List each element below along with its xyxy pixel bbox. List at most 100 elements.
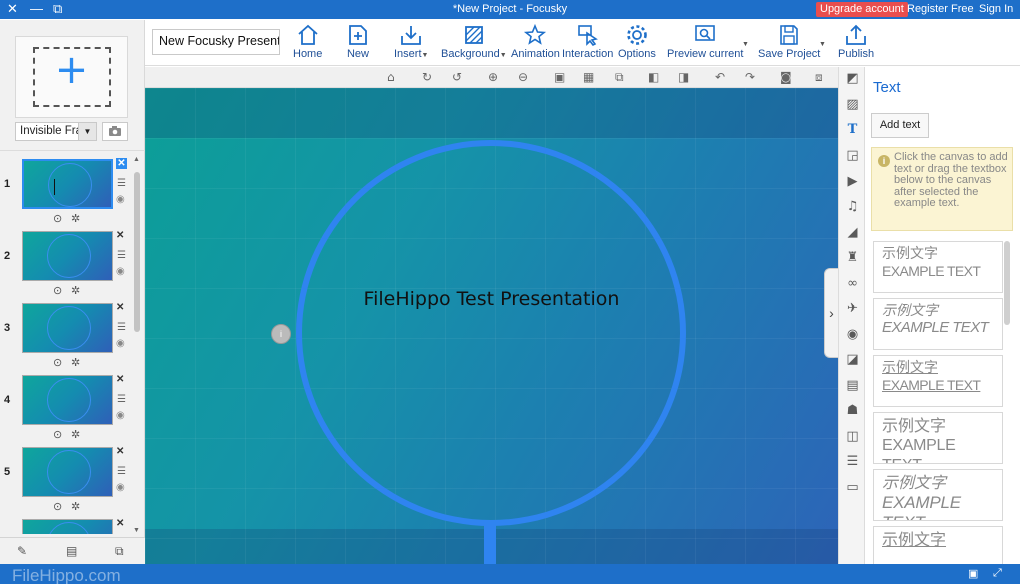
shirt-icon[interactable]: ☗ [839, 403, 866, 418]
sign-in-link[interactable]: Sign In [979, 3, 1013, 15]
save-caret-icon[interactable]: ▼ [819, 41, 826, 48]
scroll-down-icon[interactable]: ▼ [133, 527, 140, 534]
visibility-icon[interactable]: ◉ [116, 338, 125, 349]
music-icon[interactable]: ♫ [839, 199, 866, 214]
interaction-button[interactable]: Interaction [562, 23, 613, 60]
zoom-out-icon[interactable]: ⊖ [518, 70, 528, 84]
gallery-icon[interactable]: ▤ [839, 378, 866, 393]
example-text-large[interactable]: 示例文字 EXAMPLE TEXT [873, 412, 1003, 464]
slide-thumbnail[interactable] [22, 231, 113, 281]
monitor-icon[interactable]: ▣ [968, 567, 978, 580]
visibility-icon[interactable]: ◉ [116, 194, 125, 205]
menu-icon[interactable]: ☰ [117, 322, 126, 333]
example-text-underline[interactable]: 示例文字 EXAMPLE TEXT [873, 355, 1003, 407]
layers-icon[interactable]: ☰ [839, 454, 866, 469]
save-project-button[interactable]: Save Project [758, 23, 820, 60]
slide-item[interactable]: ✕ [0, 516, 145, 534]
plane-icon[interactable]: ✈ [839, 301, 866, 316]
delete-slide-icon[interactable]: ✕ [116, 230, 124, 241]
options-button[interactable]: Options [618, 23, 656, 60]
visibility-icon[interactable]: ◉ [116, 482, 125, 493]
rotate-right-icon[interactable]: ↻ [422, 70, 432, 84]
delete-slide-icon[interactable]: ✕ [116, 158, 127, 169]
circle-frame[interactable] [296, 140, 686, 526]
example-text-partial[interactable]: 示例文字 [873, 526, 1003, 564]
paste-icon[interactable]: ◨ [678, 70, 689, 84]
menu-icon[interactable]: ☰ [117, 394, 126, 405]
visibility-icon[interactable]: ◉ [116, 410, 125, 421]
inbox-icon[interactable]: ▭ [839, 480, 866, 495]
play-icon[interactable]: ⊙ [53, 212, 62, 225]
stamp-icon[interactable]: ◪ [839, 352, 866, 367]
upgrade-account-button[interactable]: Upgrade account [816, 2, 908, 17]
presentation-canvas[interactable]: FileHippo Test Presentation i [145, 88, 838, 564]
add-frame-button[interactable]: + [15, 36, 128, 118]
example-text-large-italic[interactable]: 示例文字 EXAMPLE TEXT [873, 469, 1003, 521]
circle-stem[interactable] [484, 525, 496, 564]
fullscreen-icon[interactable]: ⧈ [815, 70, 823, 85]
text-panel-scrollbar[interactable] [1004, 241, 1010, 325]
undo-icon[interactable]: ↶ [715, 70, 725, 84]
grid-icon[interactable]: ▦ [583, 70, 594, 84]
copy-icon[interactable]: ⧉ [615, 70, 624, 85]
info-handle-icon[interactable]: i [271, 324, 291, 344]
play-icon[interactable]: ⊙ [53, 356, 62, 369]
gear-icon[interactable]: ✲ [71, 428, 80, 441]
preview-current-button[interactable]: Preview current [667, 23, 743, 60]
menu-icon[interactable]: ☰ [117, 178, 126, 189]
layout-icon[interactable]: ◲ [839, 148, 866, 163]
people-icon[interactable]: ♜ [839, 250, 866, 265]
register-free-link[interactable]: Register Free [907, 3, 974, 15]
edit-icon[interactable]: ✎ [17, 544, 27, 558]
notes-icon[interactable]: ▤ [66, 544, 77, 558]
preview-caret-icon[interactable]: ▼ [742, 41, 749, 48]
video-icon[interactable]: ▶ [839, 174, 866, 189]
scrollbar-thumb[interactable] [134, 172, 140, 332]
play-icon[interactable]: ⊙ [53, 428, 62, 441]
delete-slide-icon[interactable]: ✕ [116, 374, 124, 385]
slide-list-scrollbar[interactable]: ▲ ▼ [133, 156, 141, 548]
fullscreen-status-icon[interactable]: ⤢ [993, 567, 1002, 580]
example-text-plain[interactable]: 示例文字 EXAMPLE TEXT [873, 241, 1003, 293]
project-name-input[interactable]: New Focusky Presentation [152, 29, 280, 55]
delete-slide-icon[interactable]: ✕ [116, 302, 124, 313]
lock-icon[interactable]: ▣ [554, 70, 565, 84]
example-text-italic[interactable]: 示例文字 EXAMPLE TEXT [873, 298, 1003, 350]
delete-slide-icon[interactable]: ✕ [116, 518, 124, 529]
home-button[interactable]: Home [293, 23, 322, 60]
zoom-in-icon[interactable]: ⊕ [488, 70, 498, 84]
slide-thumbnail[interactable] [22, 447, 113, 497]
compass-icon[interactable]: ◉ [839, 327, 866, 342]
text-icon[interactable]: T [839, 122, 866, 137]
slide-thumbnail[interactable] [22, 303, 113, 353]
scroll-up-icon[interactable]: ▲ [133, 156, 140, 163]
slide-item[interactable]: 3 ✕ ☰ ◉ ⊙ ✲ [0, 300, 145, 372]
delete-slide-icon[interactable]: ✕ [116, 446, 124, 457]
slide-thumbnail[interactable] [22, 159, 113, 209]
animation-button[interactable]: Animation [511, 23, 560, 60]
snapshot-icon[interactable]: ◙ [780, 70, 792, 84]
add-text-button[interactable]: Add text [871, 113, 929, 138]
gear-icon[interactable]: ✲ [71, 500, 80, 513]
screenshot-button[interactable] [102, 122, 128, 141]
slide-item[interactable]: 4 ✕ ☰ ◉ ⊙ ✲ [0, 372, 145, 444]
gear-icon[interactable]: ✲ [71, 356, 80, 369]
background-button[interactable]: Background▼ [441, 23, 507, 60]
gear-icon[interactable]: ✲ [71, 284, 80, 297]
slide-item[interactable]: 1 ✕ ☰ ◉ ⊙ ✲ [0, 156, 145, 228]
home-view-icon[interactable]: ⌂ [387, 70, 395, 84]
shape-icon[interactable]: ◩ [839, 71, 866, 86]
arrange-icon[interactable]: ⧉ [115, 544, 124, 559]
copy-frame-icon[interactable]: ◧ [648, 70, 659, 84]
visibility-icon[interactable]: ◉ [116, 266, 125, 277]
slide-text[interactable]: FileHippo Test Presentation [145, 288, 838, 310]
chart-icon[interactable]: ◢ [839, 225, 866, 240]
menu-icon[interactable]: ☰ [117, 466, 126, 477]
publish-button[interactable]: Publish [838, 23, 874, 60]
link-icon[interactable]: ∞ [839, 276, 866, 291]
slide-thumbnail[interactable] [22, 519, 113, 534]
slide-item[interactable]: 5 ✕ ☰ ◉ ⊙ ✲ [0, 444, 145, 516]
frame-type-select[interactable]: Invisible Frame ▼ [15, 122, 97, 141]
collapse-panel-button[interactable]: › [824, 268, 838, 358]
new-button[interactable]: New [346, 23, 370, 60]
